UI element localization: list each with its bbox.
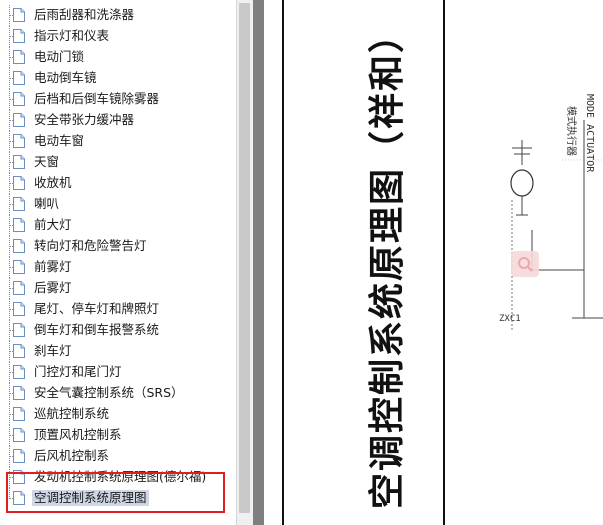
tree-item[interactable]: 指示灯和仪表: [0, 26, 236, 47]
tree-item[interactable]: 刹车灯: [0, 341, 236, 362]
tree-item[interactable]: 后档和后倒车镜除雾器: [0, 89, 236, 110]
tree-item-label: 转向灯和危险警告灯: [34, 238, 147, 253]
document-icon: [13, 155, 25, 169]
tree-item[interactable]: 后雾灯: [0, 278, 236, 299]
tree-item[interactable]: 顶置风机控制系: [0, 425, 236, 446]
mode-actuator-cn-label: 模式执行器: [565, 106, 576, 156]
tree-item-label: 安全带张力缓冲器: [34, 112, 135, 127]
tree-item[interactable]: 尾灯、停车灯和牌照灯: [0, 299, 236, 320]
document-page: 空调控制系统原理图（祥和） MODE ACTUATOR 模式执行器 ZXC1 图…: [264, 0, 603, 525]
tree-item[interactable]: 转向灯和危险警告灯: [0, 236, 236, 257]
tree-item-label: 电动倒车镜: [34, 70, 97, 85]
tree-item-label: 后风机控制系: [34, 448, 110, 463]
tree-item-label: 喇叭: [34, 196, 60, 211]
tree-item[interactable]: 后雨刮器和洗涤器: [0, 5, 236, 26]
document-icon: [13, 365, 25, 379]
tree-item-label: 电动车窗: [34, 133, 85, 148]
document-icon: [13, 407, 25, 421]
document-icon: [13, 29, 25, 43]
document-icon: [13, 302, 25, 316]
tree-scrollbar[interactable]: [236, 0, 253, 525]
tree-item-label: 后雨刮器和洗涤器: [34, 7, 135, 22]
tree-item-label: 前雾灯: [34, 259, 72, 274]
tree-item-label: 顶置风机控制系: [34, 427, 122, 442]
zoom-icon: [518, 257, 533, 272]
document-icon: [13, 218, 25, 232]
document-icon: [13, 281, 25, 295]
tree-item[interactable]: 前雾灯: [0, 257, 236, 278]
tree-item[interactable]: 电动倒车镜: [0, 68, 236, 89]
tree-item-label: 天窗: [34, 154, 60, 169]
document-icon: [13, 92, 25, 106]
tree-item[interactable]: 电动门锁: [0, 47, 236, 68]
tree-item[interactable]: 天窗: [0, 152, 236, 173]
tree-item-label: 收放机: [34, 175, 72, 190]
tree-item-label: 安全气囊控制系统（SRS）: [34, 385, 184, 400]
mode-actuator-label: MODE ACTUATOR: [584, 94, 595, 173]
document-icon: [13, 260, 25, 274]
tree-item[interactable]: 电动车窗: [0, 131, 236, 152]
document-icon: [13, 239, 25, 253]
tree-item-label: 后档和后倒车镜除雾器: [34, 91, 160, 106]
document-icon: [13, 386, 25, 400]
tree-item-label: 前大灯: [34, 217, 72, 232]
document-icon: [13, 71, 25, 85]
tree-item-label: 刹车灯: [34, 343, 72, 358]
document-icon: [13, 176, 25, 190]
tree-item-label: 倒车灯和倒车报警系统: [34, 322, 160, 337]
document-icon: [13, 197, 25, 211]
tree-item[interactable]: 前大灯: [0, 215, 236, 236]
annotation-highlight-box: [6, 472, 225, 513]
document-viewer[interactable]: 空调控制系统原理图（祥和） MODE ACTUATOR 模式执行器 ZXC1 图…: [253, 0, 603, 525]
tree-item-label: 门控灯和尾门灯: [34, 364, 122, 379]
zoom-button[interactable]: [511, 251, 539, 277]
document-icon: [13, 50, 25, 64]
scrollbar-thumb[interactable]: [239, 3, 250, 513]
tree-item[interactable]: 收放机: [0, 173, 236, 194]
document-icon: [13, 449, 25, 463]
tree-item[interactable]: 门控灯和尾门灯: [0, 362, 236, 383]
document-icon: [13, 134, 25, 148]
document-icon: [13, 113, 25, 127]
tree-item[interactable]: 巡航控制系统: [0, 404, 236, 425]
tree-item-label: 指示灯和仪表: [34, 28, 110, 43]
document-icon: [13, 8, 25, 22]
connector-label: ZXC1: [499, 314, 521, 324]
tree-item[interactable]: 后风机控制系: [0, 446, 236, 467]
wiring-schematic: [510, 120, 603, 330]
tree-item[interactable]: 安全带张力缓冲器: [0, 110, 236, 131]
tree-item[interactable]: 安全气囊控制系统（SRS）: [0, 383, 236, 404]
document-icon: [13, 428, 25, 442]
tree-panel: 后雨刮器和洗涤器 指示灯和仪表 电动门锁电动倒车镜后档和后倒车镜除雾器 安全带张力缓冲…: [0, 0, 236, 525]
tree-item-label: 电动门锁: [34, 49, 85, 64]
tree-item-label: 尾灯、停车灯和牌照灯: [34, 301, 160, 316]
document-icon: [13, 344, 25, 358]
tree-item[interactable]: 倒车灯和倒车报警系统: [0, 320, 236, 341]
tree-item-label: 后雾灯: [34, 280, 72, 295]
tree-item-label: 巡航控制系统: [34, 406, 110, 421]
tree-item[interactable]: 喇叭: [0, 194, 236, 215]
document-icon: [13, 323, 25, 337]
